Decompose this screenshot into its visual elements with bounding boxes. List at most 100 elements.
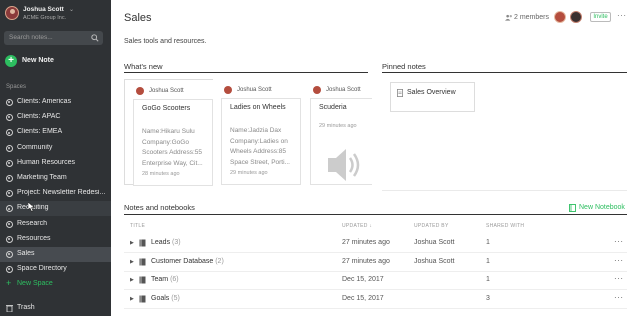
note-icon [397,89,403,97]
card-time: 29 minutes ago [319,123,357,129]
note-count: (5) [171,294,180,302]
main-content: Sales 2 members Invite ··· Sales tools a… [111,0,640,316]
space-label: Project: Newsletter Redesi... [17,189,106,197]
account-org: ACME Group Inc. [23,15,67,21]
space-label: Sales [17,250,35,257]
notebook-title[interactable]: Team (6) [151,276,179,283]
card-time: 29 minutes ago [230,170,268,176]
notes-notebooks-heading: Notes and notebooks [124,203,195,212]
space-label: Human Resources [17,158,75,166]
expand-caret-icon[interactable]: ▶ [130,277,134,283]
space-icon [6,205,13,213]
space-icon [6,175,13,182]
notebook-name: Leads [151,239,171,246]
sidebar-item-space[interactable]: Community [0,141,111,156]
shared-count: 1 [486,276,490,283]
sidebar-item-space[interactable]: Marketing Team [0,171,111,186]
column-header-updated-by[interactable]: UPDATED BY [414,223,449,229]
new-space-button[interactable]: + New Space [0,277,111,292]
chevron-down-icon: ⌄ [69,7,75,13]
space-label: Clients: Americas [17,98,72,105]
sidebar-item-space[interactable]: Project: Newsletter Redesi... [0,186,111,201]
table-row[interactable]: ▶ Customer Database (2) 27 minutes ago Josh… [124,254,627,272]
note-card[interactable]: Joshua Scott Ladies on Wheels Name:Jadzi… [213,79,308,185]
account-name: Joshua Scott [23,6,64,13]
notebook-name: Team [151,276,169,283]
section-divider [382,72,627,73]
new-note-label: New Note [22,57,54,64]
card-snippet: Name:Hikaru Sulu Company:GoGo Scooters A… [142,128,203,167]
sidebar-item-space[interactable]: Clients: EMEA [0,125,111,140]
notebook-icon [139,239,146,247]
new-note-button[interactable]: + New Note [5,55,95,67]
more-options-icon[interactable]: ··· [617,11,627,20]
shared-count: 3 [486,294,490,302]
expand-caret-icon[interactable]: ▶ [130,259,134,265]
sort-arrow-down-icon: ↓ [369,223,373,229]
space-label: Space Directory [17,265,67,273]
space-label: Clients: APAC [17,113,61,121]
card-title: Ladies on Wheels [230,104,286,111]
trash-label: Trash [17,304,35,311]
table-row[interactable]: ▶ Team (6) Dec 15, 2017 1 ··· [124,272,627,290]
notebook-name: Goals [151,294,170,302]
members-icon [505,14,512,21]
table-row[interactable]: ▶ Goals (5) Dec 15, 2017 3 ··· [124,291,627,309]
sidebar-item-space[interactable]: Sales [0,247,111,262]
sidebar-item-space[interactable]: Space Directory [0,262,111,277]
notebook-title[interactable]: Goals (5) [151,295,180,302]
owner-avatar [313,86,321,94]
updated-time: 27 minutes ago [342,239,390,246]
search-placeholder: Search notes... [9,34,53,41]
notebook-title[interactable]: Customer Database (2) [151,258,224,265]
space-label: Clients: EMEA [17,128,63,136]
audio-speaker-icon [328,149,360,181]
whats-new-heading: What's new [124,62,163,71]
more-options-icon[interactable]: ··· [614,293,624,302]
space-icon [6,220,13,228]
note-card[interactable]: Joshua Scott GoGo Scooters Name:Hikaru S… [124,79,219,186]
member-avatar[interactable] [554,11,566,23]
column-header-updated[interactable]: UPDATED ↓ [342,223,372,229]
members-count[interactable]: 2 members [514,14,549,21]
updated-time: 27 minutes ago [342,257,390,265]
card-time: 28 minutes ago [142,171,180,177]
new-notebook-icon [569,204,576,212]
note-count: (2) [215,257,224,265]
sidebar-item-space[interactable]: Resources [0,232,111,247]
note-count: (3) [172,239,181,246]
notebook-title[interactable]: Leads (3) [151,239,181,246]
more-options-icon[interactable]: ··· [614,237,624,246]
note-count: (6) [170,276,179,283]
notebook-icon [139,258,146,265]
expand-caret-icon[interactable]: ▶ [130,240,134,246]
column-header-updated-label: UPDATED [342,223,368,229]
search-icon[interactable] [91,34,99,42]
notebook-icon [139,276,146,284]
sidebar-item-space[interactable]: Human Resources [0,156,111,171]
search-input[interactable]: Search notes... [4,31,103,45]
divider [382,190,627,191]
card-title: Scuderia [319,104,347,111]
more-options-icon[interactable]: ··· [614,274,624,283]
table-row[interactable]: ▶ Leads (3) 27 minutes ago Joshua Scott 1 ··· [124,235,627,253]
column-header-shared-with[interactable]: SHARED WITH [486,223,524,229]
sidebar-item-space[interactable]: Clients: Americas [0,95,111,110]
new-notebook-button[interactable]: New Notebook [579,204,625,211]
pinned-note[interactable]: Sales Overview [390,82,475,112]
space-icon [6,129,13,137]
updated-by: Joshua Scott [414,257,455,265]
sidebar-item-space[interactable]: Clients: APAC [0,110,111,125]
column-header-title[interactable]: TITLE [130,223,145,229]
note-card[interactable]: Joshua Scott Scuderia 29 minutes ago [302,79,372,185]
card-owner: Joshua Scott [237,87,272,93]
updated-by: Joshua Scott [414,239,455,246]
member-avatar[interactable] [570,11,582,23]
more-options-icon[interactable]: ··· [614,256,624,265]
sidebar-item-space[interactable]: Research [0,217,111,232]
invite-button[interactable]: Invite [590,12,611,22]
note-preview: Ladies on Wheels Name:Jadzia Dax Company… [221,98,301,185]
expand-caret-icon[interactable]: ▶ [130,296,134,302]
account-menu[interactable]: Joshua Scott ⌄ ACME Group Inc. [5,5,109,23]
sidebar-item-space[interactable]: Recruiting [0,201,111,217]
